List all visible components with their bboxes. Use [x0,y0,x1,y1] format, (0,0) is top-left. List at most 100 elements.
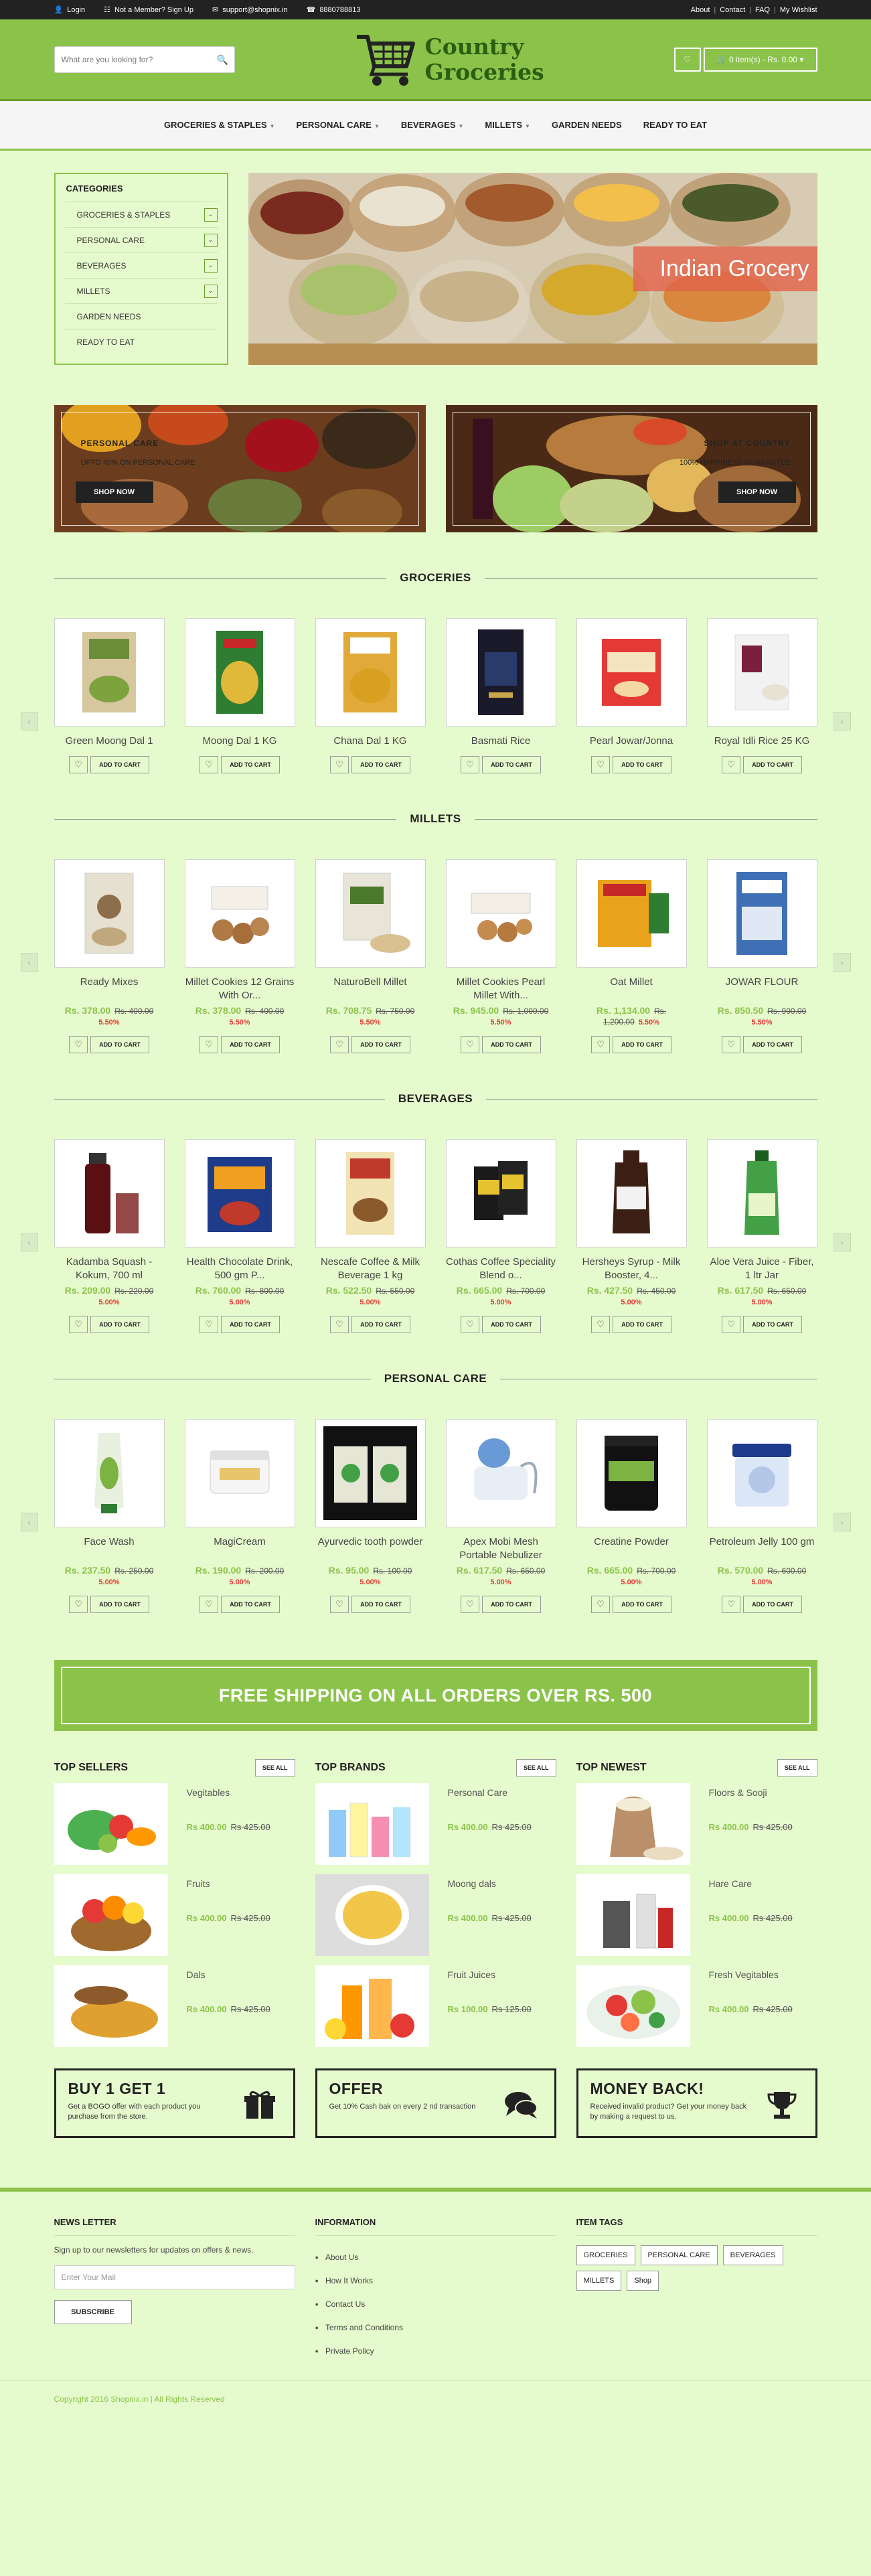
product-card[interactable]: Health Chocolate Drink, 500 gm P... Rs. … [184,1139,295,1333]
product-card[interactable]: Creatine Powder Rs. 665.00 Rs. 700.00 5.00… [576,1419,687,1613]
heart-icon[interactable]: ♡ [330,1036,349,1053]
nav-ready-to-eat[interactable]: READY TO EAT [643,120,707,130]
tag-shop[interactable]: Shop [627,2271,659,2291]
nav-groceries[interactable]: GROCERIES & STAPLES ▼ [164,120,275,130]
add-to-cart-button[interactable]: ADD TO CART [482,1316,541,1333]
shop-banner[interactable]: SHOP AT COUNTRY 100% HAPPINESS GUARANTEE… [445,405,817,532]
add-to-cart-button[interactable]: ADD TO CART [743,1036,802,1053]
site-logo[interactable]: Country Groceries [354,31,544,88]
tag-millets[interactable]: MILLETS [576,2271,622,2291]
money-back-promo[interactable]: MONEY BACK! Received invalid product? Get… [576,2068,817,2138]
add-to-cart-button[interactable]: ADD TO CART [221,1316,280,1333]
carousel-next-arrow[interactable]: › [833,712,851,731]
category-personal-care[interactable]: PERSONAL CARE ⌄ [64,227,218,252]
product-card[interactable]: Kadamba Squash - Kokum, 700 ml Rs. 209.0… [54,1139,165,1333]
add-to-cart-button[interactable]: ADD TO CART [613,1596,671,1613]
carousel-next-arrow[interactable]: › [833,1513,851,1531]
heart-icon[interactable]: ♡ [591,756,611,773]
heart-icon[interactable]: ♡ [461,1036,480,1053]
carousel-prev-arrow[interactable]: ‹ [20,953,38,972]
shop-now-button[interactable]: SHOP NOW [75,481,153,503]
category-ready-to-eat[interactable]: READY TO EAT [64,329,218,354]
footer-link-contact[interactable]: ● Contact Us [315,2292,556,2316]
add-to-cart-button[interactable]: ADD TO CART [743,1316,802,1333]
newsletter-email-input[interactable]: Enter Your Mail [54,2265,295,2289]
list-item[interactable]: Vegitables Rs 400.00 Rs 425.00 [54,1783,295,1865]
heart-icon[interactable]: ♡ [69,1036,88,1053]
product-card[interactable]: Petroleum Jelly 100 gm Rs. 570.00 Rs. 600… [706,1419,817,1613]
product-card[interactable]: Ayurvedic tooth powder Rs. 95.00 Rs. 100.… [315,1419,426,1613]
product-card[interactable]: Face Wash Rs. 237.50 Rs. 250.00 5.00% ♡ ADD… [54,1419,165,1613]
heart-icon[interactable]: ♡ [722,1596,741,1613]
add-to-cart-button[interactable]: ADD TO CART [351,756,410,773]
add-to-cart-button[interactable]: ADD TO CART [613,756,671,773]
add-to-cart-button[interactable]: ADD TO CART [90,1036,149,1053]
see-all-button[interactable]: SEE ALL [516,1759,556,1776]
chevron-down-icon[interactable]: ⌄ [204,233,218,247]
nav-personal-care[interactable]: PERSONAL CARE ▼ [296,120,379,130]
product-card[interactable]: Ready Mixes Rs. 378.00 Rs. 400.00 5.50% ♡ A… [54,859,165,1053]
see-all-button[interactable]: SEE ALL [254,1759,295,1776]
nav-beverages[interactable]: BEVERAGES ▼ [401,120,464,130]
add-to-cart-button[interactable]: ADD TO CART [613,1316,671,1333]
add-to-cart-button[interactable]: ADD TO CART [482,1036,541,1053]
shop-now-button[interactable]: SHOP NOW [718,481,796,503]
heart-icon[interactable]: ♡ [461,1316,480,1333]
heart-icon[interactable]: ♡ [722,1036,741,1053]
product-card[interactable]: Green Moong Dal 1 ♡ ADD TO CART [54,618,165,773]
heart-icon[interactable]: ♡ [200,1036,219,1053]
list-item[interactable]: Fruits Rs 400.00 Rs 425.00 [54,1874,295,1956]
see-all-button[interactable]: SEE ALL [777,1759,817,1776]
category-groceries[interactable]: GROCERIES & STAPLES ⌄ [64,202,218,227]
faq-link[interactable]: FAQ [755,6,770,14]
list-item[interactable]: Hare Care Rs 400.00 Rs 425.00 [576,1874,817,1956]
tag-beverages[interactable]: BEVERAGES [722,2245,783,2265]
product-card[interactable]: Chana Dal 1 KG ♡ ADD TO CART [315,618,426,773]
product-card[interactable]: NaturoBell Millet Rs. 708.75 Rs. 750.00 5.… [315,859,426,1053]
heart-icon[interactable]: ♡ [461,756,480,773]
heart-icon[interactable]: ♡ [69,1316,88,1333]
bogo-promo[interactable]: BUY 1 GET 1 Get a BOGO offer with each pr… [54,2068,295,2138]
contact-link[interactable]: Contact [720,6,745,14]
heart-icon[interactable]: ♡ [330,1316,349,1333]
heart-icon[interactable]: ♡ [330,1596,349,1613]
heart-icon[interactable]: ♡ [200,1596,219,1613]
list-item[interactable]: Floors & Sooji Rs 400.00 Rs 425.00 [576,1783,817,1865]
chevron-down-icon[interactable]: ⌄ [204,284,218,298]
heart-icon[interactable]: ♡ [591,1596,611,1613]
product-card[interactable]: JOWAR FLOUR Rs. 850.50 Rs. 900.00 5.50% ♡ A… [706,859,817,1053]
product-card[interactable]: Hersheys Syrup - Milk Booster, 4... Rs. … [576,1139,687,1333]
product-card[interactable]: Aloe Vera Juice - Fiber, 1 ltr Jar Rs. 6… [706,1139,817,1333]
heart-icon[interactable]: ♡ [200,1316,219,1333]
category-millets[interactable]: MILLETS ⌄ [64,278,218,303]
offer-promo[interactable]: OFFER Get 10% Cash bak on every 2 nd tran… [315,2068,556,2138]
tag-groceries[interactable]: GROCERIES [576,2245,635,2265]
tag-personal-care[interactable]: PERSONAL CARE [640,2245,718,2265]
carousel-prev-arrow[interactable]: ‹ [20,1513,38,1531]
add-to-cart-button[interactable]: ADD TO CART [482,1596,541,1613]
nav-millets[interactable]: MILLETS ▼ [485,120,530,130]
product-card[interactable]: Cothas Coffee Speciality Blend o... Rs. … [445,1139,556,1333]
chevron-down-icon[interactable]: ⌄ [204,258,218,273]
carousel-prev-arrow[interactable]: ‹ [20,712,38,731]
carousel-next-arrow[interactable]: › [833,1233,851,1252]
support-email[interactable]: ✉ support@shopnix.in [212,5,288,15]
add-to-cart-button[interactable]: ADD TO CART [90,1316,149,1333]
list-item[interactable]: Fruit Juices Rs 100.00 Rs 125.00 [315,1965,556,2047]
wishlist-link[interactable]: My Wishlist [780,6,817,14]
carousel-prev-arrow[interactable]: ‹ [20,1233,38,1252]
product-card[interactable]: Millet Cookies 12 Grains With Or... Rs. … [184,859,295,1053]
heart-icon[interactable]: ♡ [722,756,741,773]
category-beverages[interactable]: BEVERAGES ⌄ [64,252,218,278]
carousel-next-arrow[interactable]: › [833,953,851,972]
list-item[interactable]: Dals Rs 400.00 Rs 425.00 [54,1965,295,2047]
footer-link-how-it-works[interactable]: ● How It Works [315,2269,556,2292]
product-card[interactable]: Apex Mobi Mesh Portable Nebulizer Rs. 61… [445,1419,556,1613]
search-input[interactable] [54,47,212,72]
heart-icon[interactable]: ♡ [69,756,88,773]
heart-icon[interactable]: ♡ [69,1596,88,1613]
signup-link[interactable]: ☷ Not a Member? Sign Up [104,5,193,15]
add-to-cart-button[interactable]: ADD TO CART [743,1596,802,1613]
cart-button[interactable]: 🛒 0 item(s) - Rs. 0.00 ▾ [703,48,817,72]
list-item[interactable]: Moong dals Rs 400.00 Rs 425.00 [315,1874,556,1956]
